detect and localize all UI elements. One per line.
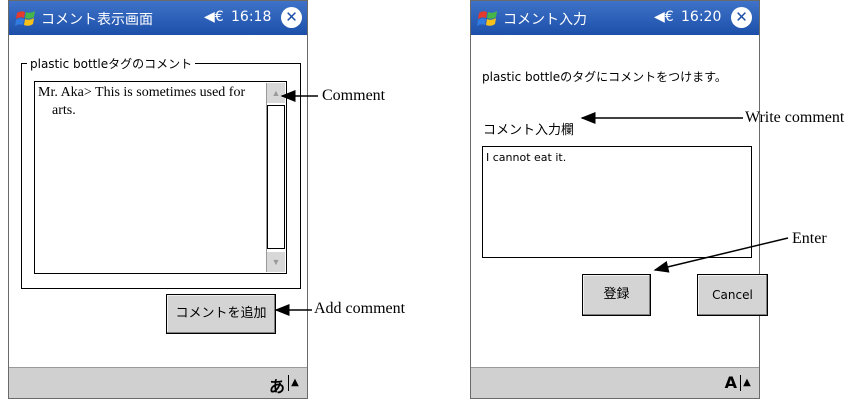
comment-annotation: Comment [322, 87, 386, 104]
enter-annotation: Enter [792, 230, 827, 247]
write-comment-annotation: Write comment [745, 109, 845, 126]
enter-arrow [653, 237, 789, 273]
annotation-arrows [274, 90, 789, 316]
add-comment-annotation: Add comment [314, 300, 406, 317]
